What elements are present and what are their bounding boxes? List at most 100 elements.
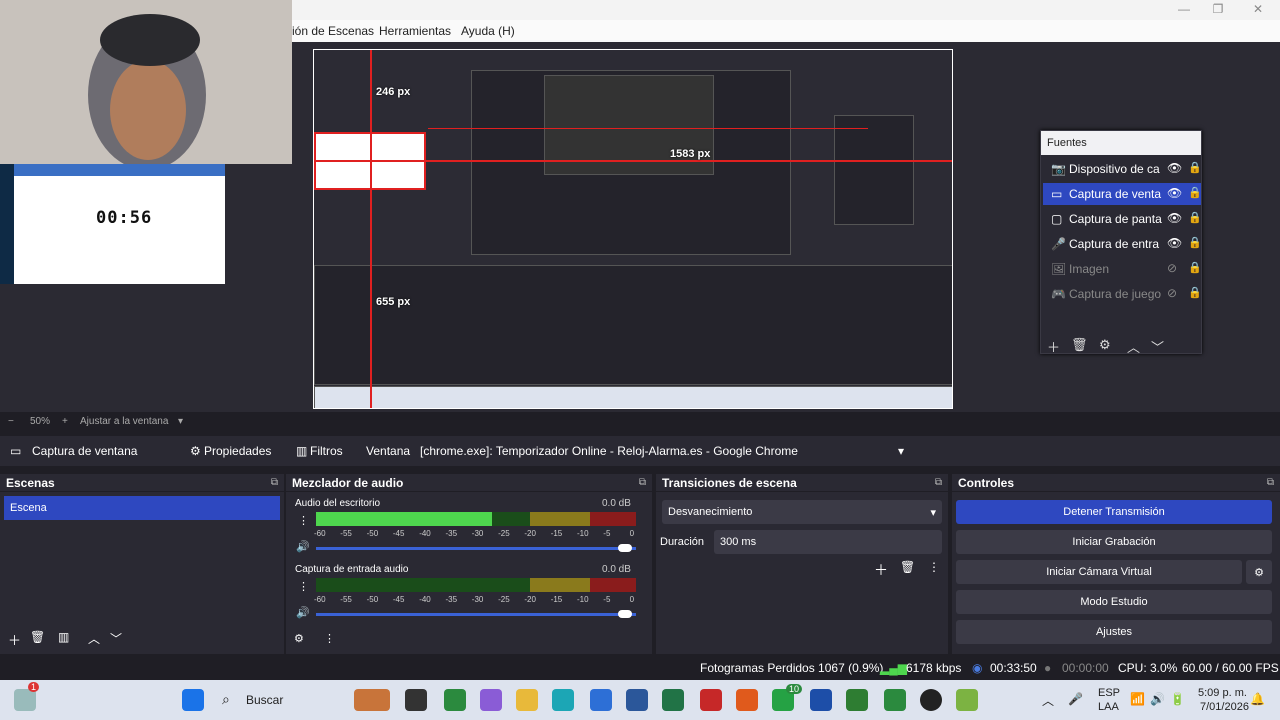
filters-button[interactable]: Filtros <box>310 444 343 458</box>
chevron-down-icon[interactable]: ▾ <box>898 444 904 458</box>
gear-icon[interactable]: ⚙ <box>1246 560 1272 584</box>
volume-slider-desktop[interactable] <box>316 547 636 550</box>
folder-icon[interactable] <box>516 689 538 711</box>
maximize-button[interactable]: ❐ <box>1208 2 1228 16</box>
start-virtual-camera-button[interactable]: Iniciar Cámara Virtual <box>956 560 1242 584</box>
trash-icon[interactable]: 🗑 <box>900 560 915 574</box>
app-icon[interactable] <box>354 689 390 711</box>
lock-icon[interactable]: 🔒 <box>1188 236 1201 249</box>
source-item-image[interactable]: 🖼 Imagen ⊘ 🔒 <box>1043 258 1201 280</box>
close-button[interactable]: ✕ <box>1248 2 1268 16</box>
clock-date[interactable]: 7/01/2026 <box>1200 701 1249 713</box>
language-2[interactable]: LAA <box>1098 701 1119 713</box>
eye-icon[interactable]: 👁 <box>1167 236 1182 250</box>
studio-mode-button[interactable]: Modo Estudio <box>956 590 1272 614</box>
filter-icon[interactable]: ▥ <box>58 630 69 644</box>
lock-icon[interactable]: 🔒 <box>1188 161 1201 174</box>
zoom-out-button[interactable]: − <box>8 416 14 427</box>
word-icon[interactable] <box>626 689 648 711</box>
edge-icon[interactable] <box>552 689 574 711</box>
app-r-icon[interactable] <box>810 689 832 711</box>
language-1[interactable]: ESP <box>1098 687 1120 699</box>
popout-icon[interactable]: ⧉ <box>271 477 278 488</box>
zoom-fit[interactable]: Ajustar a la ventana <box>80 416 168 427</box>
source-item-window[interactable]: ▭ Captura de venta 👁 🔒 <box>1043 183 1201 205</box>
app-cube-icon[interactable] <box>956 689 978 711</box>
excel-icon[interactable] <box>662 689 684 711</box>
microphone-icon[interactable]: 🎤 <box>1068 692 1083 706</box>
slider-knob[interactable] <box>618 544 632 552</box>
chrome-icon[interactable] <box>884 689 906 711</box>
popout-icon[interactable]: ⧉ <box>935 477 942 488</box>
zoom-in-button[interactable]: + <box>62 416 68 427</box>
lock-icon[interactable]: 🔒 <box>1188 286 1201 299</box>
stop-streaming-button[interactable]: Detener Transmisión <box>956 500 1272 524</box>
add-icon[interactable]: ＋ <box>1047 337 1060 356</box>
volume-icon[interactable]: 🔊 <box>296 540 310 553</box>
trash-icon[interactable]: 🗑 <box>1071 337 1088 353</box>
transition-select[interactable]: Desvanecimiento ▾ <box>662 500 942 524</box>
menu-herramientas[interactable]: Herramientas <box>379 24 451 38</box>
source-item-camera[interactable]: 📷 Dispositivo de ca 👁 🔒 <box>1043 158 1201 180</box>
add-icon[interactable]: ＋ <box>874 560 888 580</box>
lock-icon[interactable]: 🔒 <box>1188 186 1201 199</box>
source-item-screen[interactable]: ▢ Captura de panta 👁 🔒 <box>1043 208 1201 230</box>
eye-icon[interactable]: 👁 <box>1167 211 1182 225</box>
meter-tick-label: -45 <box>392 595 405 604</box>
menu-dots-icon[interactable]: ⋮ <box>928 560 940 574</box>
obs-icon[interactable] <box>920 689 942 711</box>
chevron-up-icon[interactable]: ︿ <box>1042 692 1054 709</box>
gear-icon[interactable]: ⚙ <box>294 632 304 645</box>
preview-canvas[interactable]: 246 px 1583 px 655 px <box>313 49 953 409</box>
chevron-up-icon[interactable]: ︿ <box>1127 337 1140 356</box>
widgets-icon[interactable] <box>14 689 36 711</box>
pdf-icon[interactable] <box>700 689 722 711</box>
trash-icon[interactable]: 🗑 <box>30 630 45 644</box>
menu-escenas[interactable]: ión de Escenas <box>292 24 374 38</box>
copilot-icon[interactable] <box>480 689 502 711</box>
wifi-icon[interactable]: 📶 <box>1130 692 1145 706</box>
popout-icon[interactable]: ⧉ <box>639 477 646 488</box>
lock-icon[interactable]: 🔒 <box>1188 211 1201 224</box>
meter-tick-label: -35 <box>445 529 458 538</box>
task-view-icon[interactable] <box>405 689 427 711</box>
eye-icon[interactable]: 👁 <box>1167 161 1182 175</box>
properties-button[interactable]: Propiedades <box>204 444 271 458</box>
settings-button[interactable]: Ajustes <box>956 620 1272 644</box>
menu-dots-icon[interactable]: ⋮ <box>298 580 309 593</box>
start-icon[interactable] <box>182 689 204 711</box>
eye-hidden-icon[interactable]: ⊘ <box>1167 261 1177 275</box>
source-item-input[interactable]: 🎤 Captura de entra 👁 🔒 <box>1043 233 1201 255</box>
battery-icon[interactable]: 🔋 <box>1170 692 1185 706</box>
start-recording-button[interactable]: Iniciar Grabación <box>956 530 1272 554</box>
popout-icon[interactable]: ⧉ <box>1267 477 1274 488</box>
store-icon[interactable] <box>590 689 612 711</box>
window-select[interactable]: [chrome.exe]: Temporizador Online - Relo… <box>420 444 890 458</box>
eye-hidden-icon[interactable]: ⊘ <box>1167 286 1177 300</box>
office-icon[interactable] <box>736 689 758 711</box>
notification-icon[interactable]: 🔔 <box>1250 692 1265 706</box>
chevron-down-icon[interactable]: ﹀ <box>110 630 122 647</box>
duration-input[interactable]: 300 ms <box>714 530 942 554</box>
clock-time[interactable]: 5:09 p. m. <box>1198 687 1247 699</box>
menu-dots-icon[interactable]: ⋮ <box>298 514 309 527</box>
minimize-button[interactable]: — <box>1174 2 1194 16</box>
chevron-down-icon[interactable]: ▾ <box>178 416 183 427</box>
volume-icon[interactable]: 🔊 <box>296 606 310 619</box>
gear-icon[interactable]: ⚙ <box>1099 337 1111 353</box>
add-icon[interactable]: ＋ <box>8 630 21 649</box>
eye-icon[interactable]: 👁 <box>1167 186 1182 200</box>
chevron-up-icon[interactable]: ︿ <box>88 630 100 647</box>
menu-ayuda[interactable]: Ayuda (H) <box>461 24 515 38</box>
volume-slider-input[interactable] <box>316 613 636 616</box>
notepad-icon[interactable] <box>846 689 868 711</box>
search-box[interactable]: Buscar <box>246 693 283 707</box>
lock-icon[interactable]: 🔒 <box>1188 261 1201 274</box>
chrome-icon[interactable] <box>444 689 466 711</box>
source-item-game[interactable]: 🎮 Captura de juego ⊘ 🔒 <box>1043 283 1201 305</box>
slider-knob[interactable] <box>618 610 632 618</box>
chevron-down-icon[interactable]: ﹀ <box>1151 337 1164 356</box>
menu-dots-icon[interactable]: ⋮ <box>324 632 335 645</box>
scene-item[interactable]: Escena <box>4 496 280 520</box>
volume-icon[interactable]: 🔊 <box>1150 692 1165 706</box>
